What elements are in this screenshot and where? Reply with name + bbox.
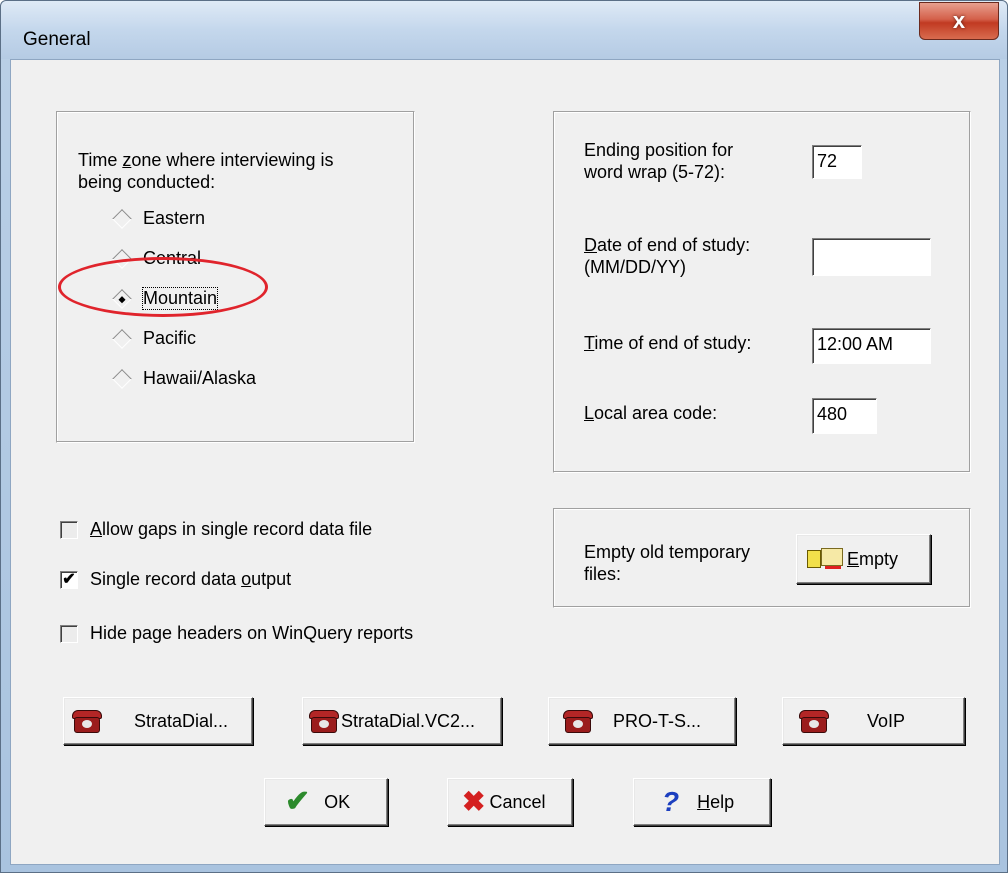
question-mark-icon: ?	[662, 786, 680, 817]
area-code-label: Local area code:	[584, 403, 718, 423]
radio-pacific[interactable]: Pacific	[111, 328, 196, 349]
word-wrap-label: Ending position for word wrap (5-72):	[584, 140, 734, 182]
checkmark-icon: ✔	[60, 570, 78, 589]
dialog-client-area: Time zone where interviewing is being co…	[10, 59, 1000, 865]
area-code-input[interactable]: 480	[812, 398, 877, 434]
dialog-window: General x Time zone where interviewing i…	[0, 0, 1008, 873]
phone-icon	[309, 708, 339, 734]
red-x-icon: ✖	[462, 786, 486, 817]
pro-t-s-button[interactable]: PRO-T-S...	[548, 697, 736, 745]
radio-diamond-icon	[112, 368, 132, 389]
help-button[interactable]: ? Help	[633, 778, 771, 826]
highlight-ellipse	[58, 257, 268, 317]
checkbox-allow-gaps[interactable]: Allow gaps in single record data file	[60, 519, 372, 540]
forklift-folder-icon	[807, 546, 845, 572]
title-bar[interactable]: General	[1, 1, 1007, 59]
temp-files-label: Empty old temporary files:	[584, 542, 751, 584]
close-button[interactable]: x	[919, 2, 999, 40]
checkbox-unchecked-icon	[60, 520, 78, 539]
end-date-input[interactable]	[812, 238, 931, 276]
end-time-input[interactable]: 12:00 AM	[812, 328, 931, 364]
checkmark-icon: ✔	[285, 785, 311, 818]
cancel-button[interactable]: ✖ Cancel	[447, 778, 573, 826]
radio-diamond-icon	[112, 328, 132, 349]
phone-icon	[799, 708, 829, 734]
radio-eastern[interactable]: Eastern	[111, 208, 205, 229]
radio-diamond-icon	[112, 208, 132, 229]
empty-temp-files-button[interactable]: Empty	[796, 534, 931, 584]
radio-hawaii-alaska[interactable]: Hawaii/Alaska	[111, 368, 256, 389]
checkbox-hide-headers[interactable]: Hide page headers on WinQuery reports	[60, 623, 413, 644]
window-title: General	[23, 29, 91, 50]
word-wrap-input[interactable]: 72	[812, 145, 862, 179]
close-icon: x	[952, 8, 966, 33]
stratadial-button[interactable]: StrataDial...	[63, 697, 253, 745]
voip-button[interactable]: VoIP	[782, 697, 965, 745]
phone-icon	[563, 708, 593, 734]
stratadial-vc2-button[interactable]: StrataDial.VC2...	[302, 697, 502, 745]
end-time-label: Time of end of study:	[584, 333, 752, 353]
checkbox-unchecked-icon	[60, 624, 78, 643]
phone-icon	[72, 708, 102, 734]
end-date-label: Date of end of study: (MM/DD/YY)	[584, 235, 751, 277]
timezone-label: Time zone where interviewing is being co…	[78, 150, 334, 192]
ok-button[interactable]: ✔ OK	[264, 778, 388, 826]
checkbox-single-record-output[interactable]: ✔ Single record data output	[60, 569, 291, 590]
